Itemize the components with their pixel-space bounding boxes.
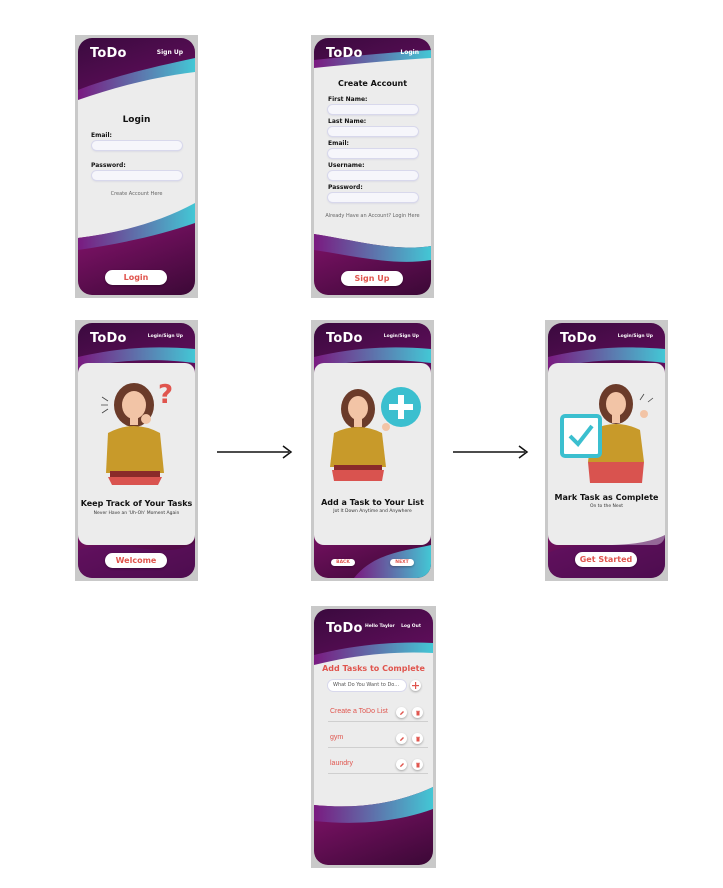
onboarding-phone-1: ToDo Login/Sign Up ? Keep Track of Your …: [78, 323, 195, 578]
login-signup-link[interactable]: Login/Sign Up: [618, 334, 653, 339]
task-divider: [328, 747, 428, 748]
password-label: Password:: [91, 162, 126, 169]
create-account-title: Create Account: [337, 79, 408, 88]
onboarding-screen-1: ToDo Login/Sign Up ? Keep Track of Your …: [75, 320, 198, 581]
onboarding-phone-3: ToDo Login/Sign Up Mark Task as Complete…: [548, 323, 665, 578]
trash-icon: [415, 762, 420, 767]
username-field[interactable]: [328, 171, 418, 180]
already-account-link[interactable]: Already Have an Account? Login Here: [314, 213, 431, 219]
woman-add-task-illustration: [330, 387, 421, 481]
login-title: Login: [122, 115, 151, 125]
login-signup-link[interactable]: Login/Sign Up: [148, 334, 183, 339]
onboarding-phone-2: ToDo Login/Sign Up Add a Task to Your Li…: [314, 323, 431, 578]
signup-screen: ToDo Login Create Account First Name: La…: [311, 35, 434, 298]
add-task-button[interactable]: [410, 680, 421, 691]
welcome-button[interactable]: Welcome: [105, 553, 167, 568]
todo-phone: ToDo Hello Taylor Log Out Add Tasks to C…: [314, 609, 433, 865]
onboarding-sub-1: Never Have an 'Uh-Oh' Moment Again: [93, 511, 180, 516]
brand-logo: ToDo: [326, 46, 363, 61]
greeting-text: Hello Taylor: [365, 624, 395, 629]
password-field[interactable]: [328, 193, 418, 202]
brand-logo: ToDo: [326, 621, 363, 636]
password-label: Password:: [328, 184, 363, 191]
next-button[interactable]: NEXT: [390, 559, 414, 566]
signup-link[interactable]: Sign Up: [157, 49, 183, 56]
brand-logo: ToDo: [560, 331, 597, 346]
last-name-field[interactable]: [328, 127, 418, 136]
pencil-icon: [399, 736, 404, 741]
onboarding-heading-1: Keep Track of Your Tasks: [80, 499, 193, 508]
delete-task-button[interactable]: [412, 733, 423, 744]
onboarding-screen-3: ToDo Login/Sign Up Mark Task as Complete…: [545, 320, 668, 581]
email-label: Email:: [91, 132, 112, 139]
svg-text:?: ?: [158, 380, 173, 410]
get-started-button[interactable]: Get Started: [575, 552, 637, 567]
todo-list-screen: ToDo Hello Taylor Log Out Add Tasks to C…: [311, 606, 436, 868]
logout-link[interactable]: Log Out: [401, 624, 421, 629]
signup-phone: ToDo Login Create Account First Name: La…: [314, 38, 431, 295]
onboarding-heading-2: Add a Task to Your List: [321, 498, 424, 507]
edit-task-button[interactable]: [396, 759, 407, 770]
edit-task-button[interactable]: [396, 733, 407, 744]
login-link[interactable]: Login: [400, 49, 419, 56]
email-field[interactable]: [328, 149, 418, 158]
flow-arrow-1: [217, 445, 293, 459]
last-name-label: Last Name:: [328, 118, 367, 125]
first-name-label: First Name:: [328, 96, 368, 103]
onboarding-heading-3: Mark Task as Complete: [554, 493, 659, 502]
delete-task-button[interactable]: [412, 707, 423, 718]
email-field[interactable]: [92, 141, 182, 150]
flow-arrow-2: [453, 445, 529, 459]
woman-complete-task-illustration: [560, 384, 654, 483]
pencil-icon: [399, 762, 404, 767]
password-field[interactable]: [92, 171, 182, 180]
task-divider: [328, 773, 428, 774]
pencil-icon: [399, 710, 404, 715]
onboarding-sub-2: Jot It Down Anytime and Anywhere: [333, 509, 412, 514]
brand-logo: ToDo: [90, 331, 127, 346]
thinking-woman-illustration: ?: [101, 380, 173, 485]
back-button[interactable]: BACK: [331, 559, 355, 566]
todo-title: Add Tasks to Complete: [322, 664, 425, 673]
task-input[interactable]: What Do You Want to Do...: [328, 680, 406, 691]
login-button[interactable]: Login: [105, 270, 167, 285]
brand-logo: ToDo: [90, 46, 127, 61]
username-label: Username:: [328, 162, 365, 169]
onboarding-screen-2: ToDo Login/Sign Up Add a Task to Your Li…: [311, 320, 434, 581]
onboarding-sub-3: On to the Next: [589, 504, 624, 509]
login-screen: ToDo Sign Up Login Email: Password: Crea…: [75, 35, 198, 298]
task-divider: [328, 721, 428, 722]
trash-icon: [415, 710, 420, 715]
login-signup-link[interactable]: Login/Sign Up: [384, 334, 419, 339]
signup-button[interactable]: Sign Up: [341, 271, 403, 286]
login-phone: ToDo Sign Up Login Email: Password: Crea…: [78, 38, 195, 295]
trash-icon: [415, 736, 420, 741]
edit-task-button[interactable]: [396, 707, 407, 718]
plus-icon: [412, 682, 419, 689]
delete-task-button[interactable]: [412, 759, 423, 770]
brand-logo: ToDo: [326, 331, 363, 346]
email-label: Email:: [328, 140, 349, 147]
first-name-field[interactable]: [328, 105, 418, 114]
create-account-link[interactable]: Create Account Here: [78, 191, 195, 197]
